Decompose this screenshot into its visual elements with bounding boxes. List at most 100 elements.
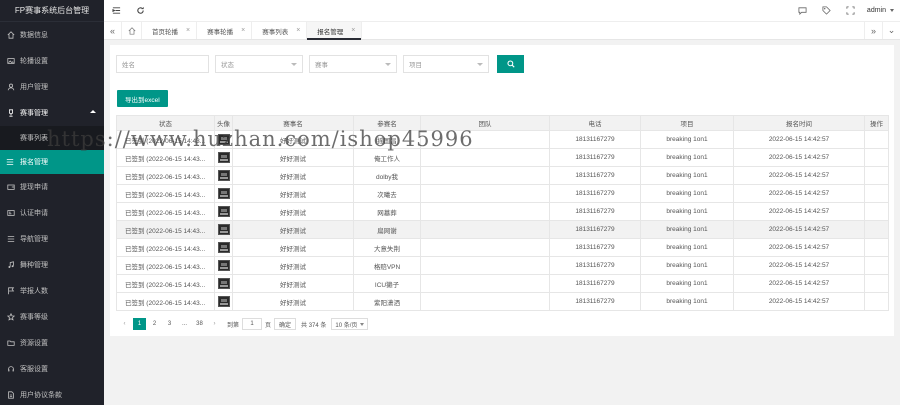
sidebar-item-rest-5[interactable]: 赛事等级 xyxy=(0,304,104,330)
column-header[interactable]: 电话 xyxy=(549,115,641,131)
column-header[interactable]: 项目 xyxy=(640,115,734,131)
filter-bar: 姓名 状态 赛事 项目 xyxy=(116,55,524,73)
project-cell: breaking 1on1 xyxy=(640,148,734,167)
table-row[interactable]: 已签到 (2022-06-15 14:43... 好好测试 dolby我 181311… xyxy=(116,166,889,185)
table-row[interactable]: 已签到 (2022-06-15 14:43... 好好测试 格赔VPN 1813116… xyxy=(116,256,889,275)
table-row[interactable]: 已签到 (2022-06-15 14:43... 好好测试 次曦去 181311672… xyxy=(116,184,889,203)
table-row[interactable]: 已签到 (2022-06-15 14:43... 好好测试 紫阳潇洒 18131167… xyxy=(116,292,889,311)
fullscreen-button[interactable] xyxy=(839,0,863,22)
next-page-button[interactable]: › xyxy=(208,318,221,330)
status-cell: 已签到 (2022-06-15 14:43... xyxy=(116,292,215,311)
event-filter-select[interactable]: 赛事 xyxy=(309,55,397,73)
phone-cell: 18131167279 xyxy=(549,238,641,257)
tabs-scroll-left-button[interactable]: « xyxy=(104,22,122,39)
prev-page-button[interactable]: ‹ xyxy=(118,318,131,330)
sidebar-item-items-2[interactable]: 用户管理 xyxy=(0,74,104,100)
action-cell[interactable] xyxy=(864,184,889,203)
action-cell[interactable] xyxy=(864,202,889,221)
status-filter-select[interactable]: 状态 xyxy=(215,55,303,73)
page-size-value: 10 条/页 xyxy=(335,322,358,329)
theme-button[interactable] xyxy=(815,0,839,22)
action-cell[interactable] xyxy=(864,148,889,167)
pagination: ‹ 1 2 3... 38 › 到第 1 页 确定 共 374 条 10 条/页 xyxy=(118,318,369,330)
tab-0[interactable]: 首页轮播 × xyxy=(142,22,198,39)
participant-cell: 紫阳潇洒 xyxy=(353,292,421,311)
sidebar-item-rest-8[interactable]: 用户协议条款 xyxy=(0,382,104,405)
tab-3[interactable]: 报名管理 × xyxy=(307,22,363,40)
dropdown-arrow-icon xyxy=(291,63,297,66)
column-header[interactable]: 参赛名 xyxy=(353,115,421,131)
sidebar-item-rest-2[interactable]: 导航管理 xyxy=(0,226,104,252)
tab-1[interactable]: 赛事轮播 × xyxy=(197,22,253,39)
column-header[interactable]: 头像 xyxy=(214,115,233,131)
sidebar-subitem-0[interactable]: 赛事列表 xyxy=(0,126,104,150)
sidebar-subitem-1[interactable]: 报名管理 xyxy=(0,150,104,174)
tabs-scroll-right-button[interactable]: » xyxy=(864,22,882,39)
sidebar-item-rest-4[interactable]: 举报人数 xyxy=(0,278,104,304)
table-row[interactable]: 已签到 (2022-06-15 14:43... 好好测试 俺工作人 18131167… xyxy=(116,148,889,167)
refresh-button[interactable] xyxy=(128,0,152,22)
home-tab[interactable] xyxy=(122,22,142,39)
action-cell[interactable] xyxy=(864,292,889,311)
message-button[interactable] xyxy=(791,0,815,22)
action-cell[interactable] xyxy=(864,130,889,149)
project-filter-placeholder: 项目 xyxy=(409,62,422,69)
action-cell[interactable] xyxy=(864,166,889,185)
sidebar-item-items-1[interactable]: 轮播设置 xyxy=(0,48,104,74)
sidebar-item-rest-3[interactable]: 舞种管理 xyxy=(0,252,104,278)
table-row[interactable]: 已签到 (2022-06-15 14:43... 好好测试 摇国昌 181311672… xyxy=(116,130,889,149)
page-button[interactable]: 2 xyxy=(148,318,161,330)
action-cell[interactable] xyxy=(864,220,889,239)
table-row[interactable]: 已签到 (2022-06-15 14:43... 好好测试 网墓葬 181311672… xyxy=(116,202,889,221)
column-header[interactable]: 报名时间 xyxy=(733,115,865,131)
close-icon[interactable]: × xyxy=(351,27,355,34)
goto-page-input[interactable]: 1 xyxy=(242,318,263,330)
user-menu[interactable]: admin xyxy=(863,7,900,14)
total-count: 共 374 条 xyxy=(301,322,327,329)
action-cell[interactable] xyxy=(864,274,889,293)
table-row[interactable]: 已签到 (2022-06-15 14:43... 好好测试 扁网谢 181311672… xyxy=(116,220,889,239)
chevron-up-icon xyxy=(90,110,96,113)
export-excel-button[interactable]: 导出到excel xyxy=(117,90,168,107)
sidebar-item-rest-1[interactable]: 认证申请 xyxy=(0,200,104,226)
tabs-menu-button[interactable]: ⌄ xyxy=(882,22,900,39)
status-filter-placeholder: 状态 xyxy=(221,62,234,69)
action-cell[interactable] xyxy=(864,256,889,275)
page-size-select[interactable]: 10 条/页 xyxy=(331,318,369,330)
table-row[interactable]: 已签到 (2022-06-15 14:43... 好好测试 大意失荆 18131167… xyxy=(116,238,889,257)
phone-cell: 18131167279 xyxy=(549,130,641,149)
column-header[interactable]: 操作 xyxy=(864,115,889,131)
page-button[interactable]: 1 xyxy=(133,318,146,330)
name-filter-input[interactable]: 姓名 xyxy=(116,55,209,73)
project-cell: breaking 1on1 xyxy=(640,292,734,311)
avatar xyxy=(217,170,230,181)
list-icon xyxy=(6,158,15,167)
sidebar-item-rest-6[interactable]: 资源设置 xyxy=(0,330,104,356)
sidebar-item-items-0[interactable]: 数据信息 xyxy=(0,22,104,48)
column-header[interactable]: 团队 xyxy=(420,115,550,131)
close-icon[interactable]: × xyxy=(241,27,245,34)
tab-label: 报名管理 xyxy=(317,28,344,36)
page-button[interactable]: 38 xyxy=(193,318,206,330)
column-header[interactable]: 赛事名 xyxy=(232,115,354,131)
sidebar-item-rest-0[interactable]: 提现申请 xyxy=(0,174,104,200)
project-cell: breaking 1on1 xyxy=(640,166,734,185)
project-filter-select[interactable]: 项目 xyxy=(403,55,489,73)
close-icon[interactable]: × xyxy=(186,27,190,34)
table-row[interactable]: 已签到 (2022-06-15 14:43... 好好测试 ICU獭子 1813116… xyxy=(116,274,889,293)
menu-toggle-button[interactable] xyxy=(104,0,128,22)
avatar xyxy=(217,296,230,307)
search-button[interactable] xyxy=(497,55,524,73)
menu-fold-icon xyxy=(111,7,120,14)
tab-2[interactable]: 赛事列表 × xyxy=(252,22,308,39)
avatar-cell xyxy=(214,274,233,293)
sidebar-item-label: 用户协议条款 xyxy=(20,392,62,399)
column-header[interactable]: 状态 xyxy=(116,115,215,131)
goto-confirm-button[interactable]: 确定 xyxy=(274,318,297,330)
sidebar-item-label: 提现申请 xyxy=(20,184,48,191)
close-icon[interactable]: × xyxy=(296,27,300,34)
sidebar-item-items-3[interactable]: 赛事管理 xyxy=(0,100,104,126)
page-button[interactable]: 3 xyxy=(163,318,176,330)
action-cell[interactable] xyxy=(864,238,889,257)
sidebar-item-rest-7[interactable]: 客服设置 xyxy=(0,356,104,382)
